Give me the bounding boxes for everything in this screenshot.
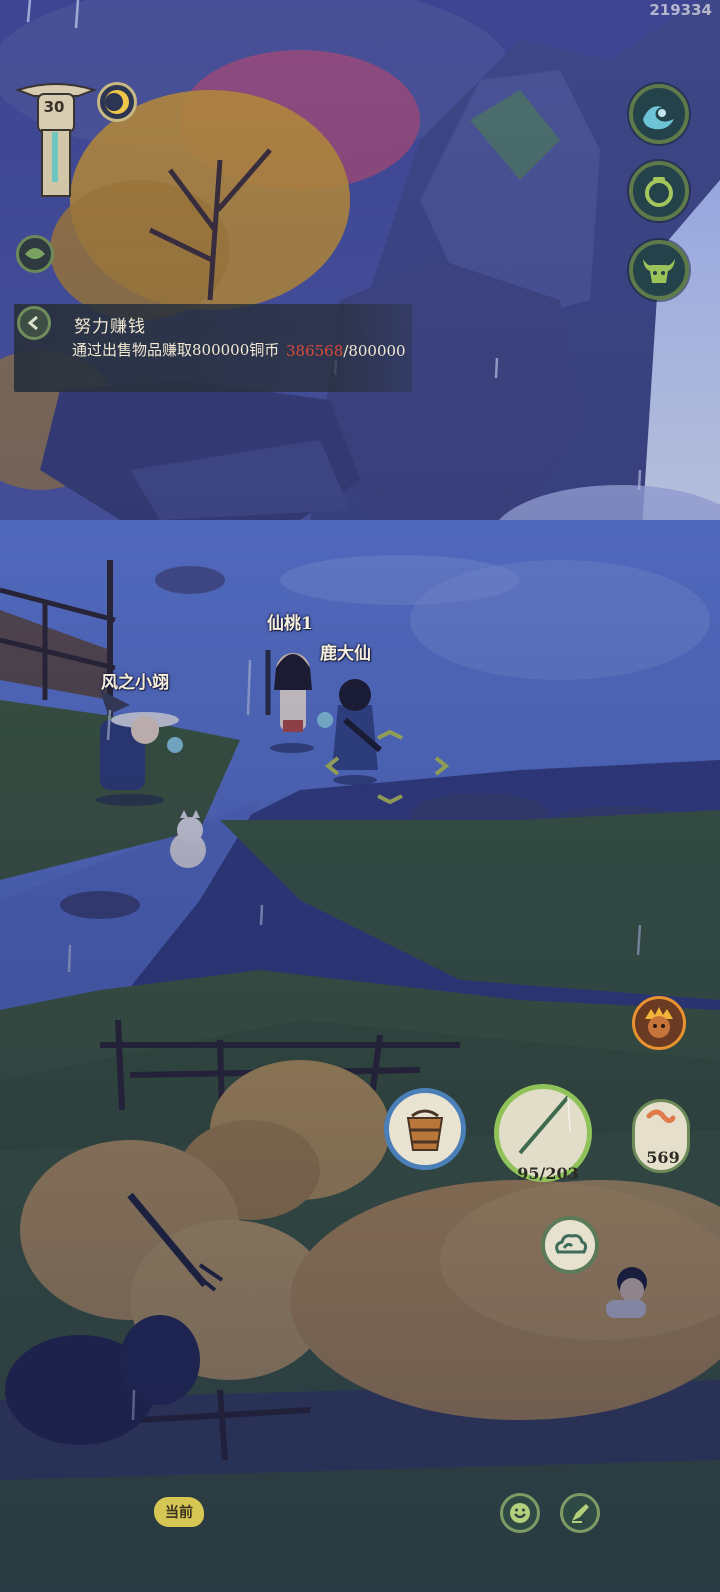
bucket-button[interactable]	[384, 1088, 466, 1170]
emote-button[interactable]	[500, 1493, 540, 1533]
worm-bait-icon	[646, 1109, 676, 1124]
character-name-ludaxian: 鹿大仙	[320, 644, 371, 664]
cloud-skill-button[interactable]	[541, 1216, 599, 1274]
gold-coin-icon	[105, 90, 129, 114]
rod-durability: 95/203	[517, 1164, 579, 1183]
pen-icon	[572, 1504, 589, 1523]
chat-button[interactable]	[560, 1493, 600, 1533]
player-id: 219334	[649, 1, 712, 19]
game-scene	[0, 0, 720, 1592]
bucket-icon	[406, 1109, 444, 1151]
current-location-tag[interactable]: 当前	[154, 1497, 204, 1527]
bait-count: 569	[646, 1148, 680, 1167]
quest-panel[interactable]: 努力赚钱 通过出售物品赚取800000铜币 386568/800000	[14, 304, 412, 392]
pet-button[interactable]	[629, 240, 689, 300]
back-arrow-icon	[27, 315, 38, 331]
leaf-icon	[25, 248, 45, 259]
character-name-xiantao: 仙桃1	[267, 614, 313, 634]
pouch-icon	[645, 177, 673, 207]
fishing-rod-icon	[518, 1095, 571, 1155]
character-name-fengzhixiaoyi: 风之小翊	[101, 673, 169, 693]
monkey-king-button[interactable]	[632, 996, 686, 1050]
player-level: 30	[43, 98, 65, 116]
quest-collapse-button[interactable]	[17, 306, 51, 340]
quest-progress-total: /800000	[343, 342, 406, 360]
quest-progress: 386568/800000	[286, 342, 406, 360]
cloud-icon	[555, 1234, 588, 1254]
quest-title: 努力赚钱	[74, 317, 146, 337]
quest-description: 通过出售物品赚取800000铜币	[72, 341, 280, 359]
leaf-button[interactable]	[16, 235, 54, 273]
ox-head-icon	[643, 259, 675, 283]
bag-button[interactable]	[629, 161, 689, 221]
smile-icon	[510, 1503, 530, 1523]
quest-progress-current: 386568	[286, 342, 344, 360]
wave-button[interactable]	[629, 84, 689, 144]
wave-icon	[643, 106, 674, 130]
gold-coin-button[interactable]	[97, 82, 137, 122]
monkey-king-icon	[645, 1007, 673, 1038]
